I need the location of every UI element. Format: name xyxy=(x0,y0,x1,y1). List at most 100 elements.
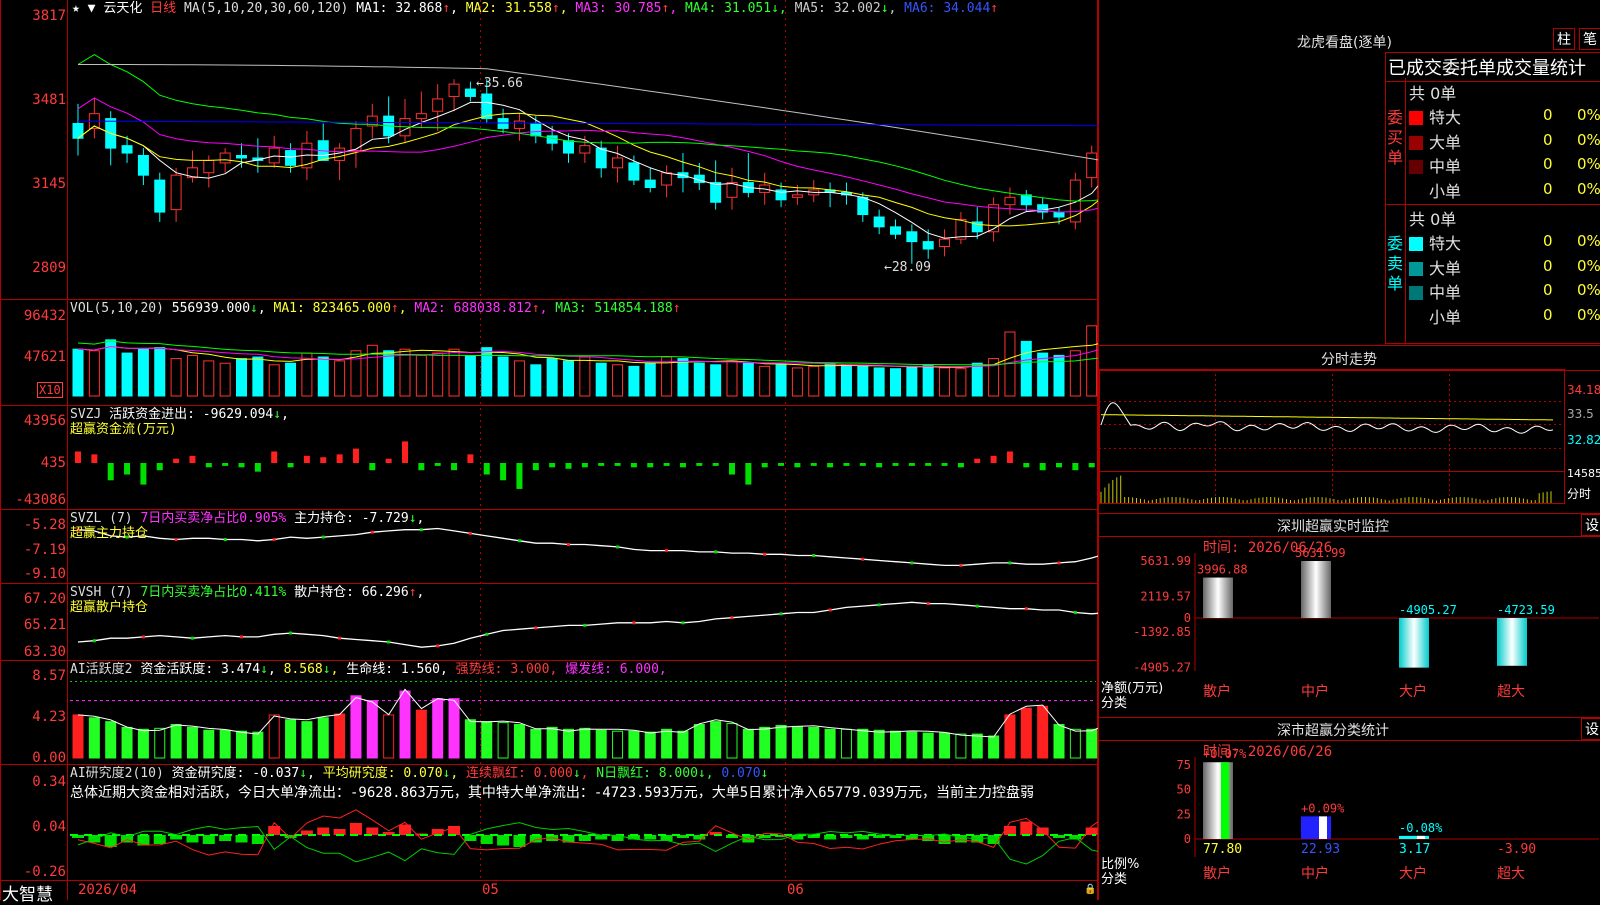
main-chart-area[interactable]: ★ ▼ 云天化 日线 MA(5,10,20,30,60,120) MA1: 32… xyxy=(0,0,1098,905)
ai-bar xyxy=(301,721,313,759)
ai-bar xyxy=(988,735,1000,759)
candle xyxy=(906,231,918,243)
lock-icon[interactable]: 🔒 xyxy=(1084,884,1096,895)
ai-bar xyxy=(464,719,476,759)
candle xyxy=(922,241,934,250)
classify-value: 3.17 xyxy=(1399,842,1430,857)
svzl-dot xyxy=(861,557,865,561)
dragon-row-value: 0 xyxy=(1543,179,1553,198)
svzj-bar xyxy=(532,463,539,471)
dragon-row-percent: 0% xyxy=(1577,130,1600,149)
svsh-dot xyxy=(828,608,832,612)
candle xyxy=(988,204,1000,233)
dragon-panel: 龙虎看盘(逐单) 柱 笔 已成交委托单成交量统计 委买单 共 0单 特大 0 0% 大… xyxy=(1098,0,1600,345)
intraday-chart-svg[interactable] xyxy=(1099,345,1600,513)
svzj-bar xyxy=(794,463,801,468)
main-header: ★ ▼ 云天化 日线 MA(5,10,20,30,60,120) MA1: 32… xyxy=(72,1,998,16)
svzj-bar xyxy=(287,463,294,468)
volume-bar xyxy=(72,348,84,397)
period-label[interactable]: 日线 xyxy=(150,1,176,16)
ai-bar xyxy=(890,730,901,759)
svzl-dot xyxy=(763,552,767,556)
stock-name[interactable]: 云天化 xyxy=(103,1,142,16)
dragon-divider xyxy=(1385,204,1600,205)
candle xyxy=(1086,152,1098,179)
intraday-tick: 34.18 xyxy=(1567,383,1600,397)
ai-tick: 0.00 xyxy=(32,750,66,766)
vol-tick: 96432 xyxy=(23,308,66,324)
classify-value: 77.80 xyxy=(1203,842,1242,857)
volume-bar xyxy=(939,367,951,397)
ma6-item: MA6: 34.044↑ xyxy=(904,1,999,16)
svzl-tick: -5.28 xyxy=(23,517,66,533)
volume-bar xyxy=(88,350,100,397)
monitor-tick: -1392.85 xyxy=(1133,625,1191,639)
ai2-header: AI研究度2(10) 资金研究度: -0.037↓, 平均研究度: 0.070↓… xyxy=(70,766,768,781)
svzj-bar xyxy=(859,463,866,466)
svsh-tick: 65.21 xyxy=(23,617,66,633)
svzl-title: SVZL (7) xyxy=(70,511,133,526)
ai2-bar xyxy=(186,835,199,843)
dragon-row-value: 0 xyxy=(1543,106,1553,124)
svsh-title: SVSH (7) xyxy=(70,585,133,600)
vol-unit: X10 xyxy=(37,382,63,398)
ai-title: AI活跃度2 xyxy=(70,662,133,677)
ai-bar xyxy=(1069,728,1081,759)
ai2-summary: 总体近期大资金相对活跃，今日大单净流出：-9628.863万元，其中特大单净流出… xyxy=(70,785,1035,801)
dragon-row: 小单 xyxy=(1409,304,1461,328)
kline-chart-svg[interactable] xyxy=(0,0,1098,900)
date-label: 06 xyxy=(787,882,804,898)
sell-total: 共 0单 xyxy=(1409,210,1457,229)
dragon-row: 中单 xyxy=(1409,279,1461,303)
color-swatch xyxy=(1409,237,1423,251)
candle xyxy=(710,182,722,203)
date-label: 05 xyxy=(482,882,499,898)
volume-bar xyxy=(644,362,656,397)
monitor-tick: 0 xyxy=(1184,611,1191,625)
ai-bar xyxy=(840,728,852,759)
volume-bar xyxy=(415,354,427,397)
classify-bar-highlight xyxy=(1417,835,1425,839)
intraday-vol-label: 分时 xyxy=(1567,487,1592,501)
svzj-bar xyxy=(810,463,817,466)
star-icon[interactable]: ★ xyxy=(72,1,80,16)
svsh-dot xyxy=(289,631,293,635)
candle xyxy=(121,145,133,154)
ai-bar xyxy=(88,717,100,759)
volume-bar xyxy=(808,365,820,397)
dragon-row-name: 大单 xyxy=(1429,132,1462,152)
svzj-bar xyxy=(745,463,752,485)
ai-tick: 4.23 xyxy=(32,709,66,725)
candle xyxy=(154,179,166,213)
classify-tick: 75 xyxy=(1177,758,1191,772)
high-annotation: ←35.66 xyxy=(476,76,523,91)
volume-bar xyxy=(906,365,918,397)
monitor-panel: 深圳超赢实时监控 设 时间: 2026/06/26 5631.99 2119.57… xyxy=(1098,513,1600,717)
svzl-dot xyxy=(665,549,669,553)
svsh-dot xyxy=(240,635,243,639)
volume-bar xyxy=(857,365,869,397)
svzj-bar xyxy=(352,448,359,463)
ai2-bar xyxy=(153,835,166,844)
svzj-bar xyxy=(205,463,212,468)
classify-value: -3.90 xyxy=(1497,842,1536,857)
dropdown-icon[interactable]: ▼ xyxy=(88,1,96,16)
column-view-button[interactable]: 柱 xyxy=(1553,28,1575,50)
tick-view-button[interactable]: 笔 xyxy=(1579,28,1600,50)
ai2-bar xyxy=(366,827,379,835)
svzj-bar xyxy=(385,458,392,463)
classify-tick: 0 xyxy=(1184,832,1191,846)
color-swatch xyxy=(1409,160,1423,174)
dragon-row-name: 特大 xyxy=(1429,108,1462,127)
ai-bar xyxy=(285,719,297,759)
svzl-label2: 主力持仓: -7.729↓, xyxy=(294,511,425,526)
svsh-dot xyxy=(1073,611,1077,615)
svsh-dot xyxy=(1024,607,1028,611)
ai2-red-line xyxy=(77,809,1098,856)
monitor-bar-label: -4905.27 xyxy=(1399,603,1457,617)
dragon-row-percent: 0% xyxy=(1577,155,1600,173)
svsh-subtitle: 超赢散户持仓 xyxy=(70,600,149,615)
svsh-dot xyxy=(877,603,881,607)
svzl-dot xyxy=(714,550,718,554)
svzj-bar xyxy=(778,463,785,466)
